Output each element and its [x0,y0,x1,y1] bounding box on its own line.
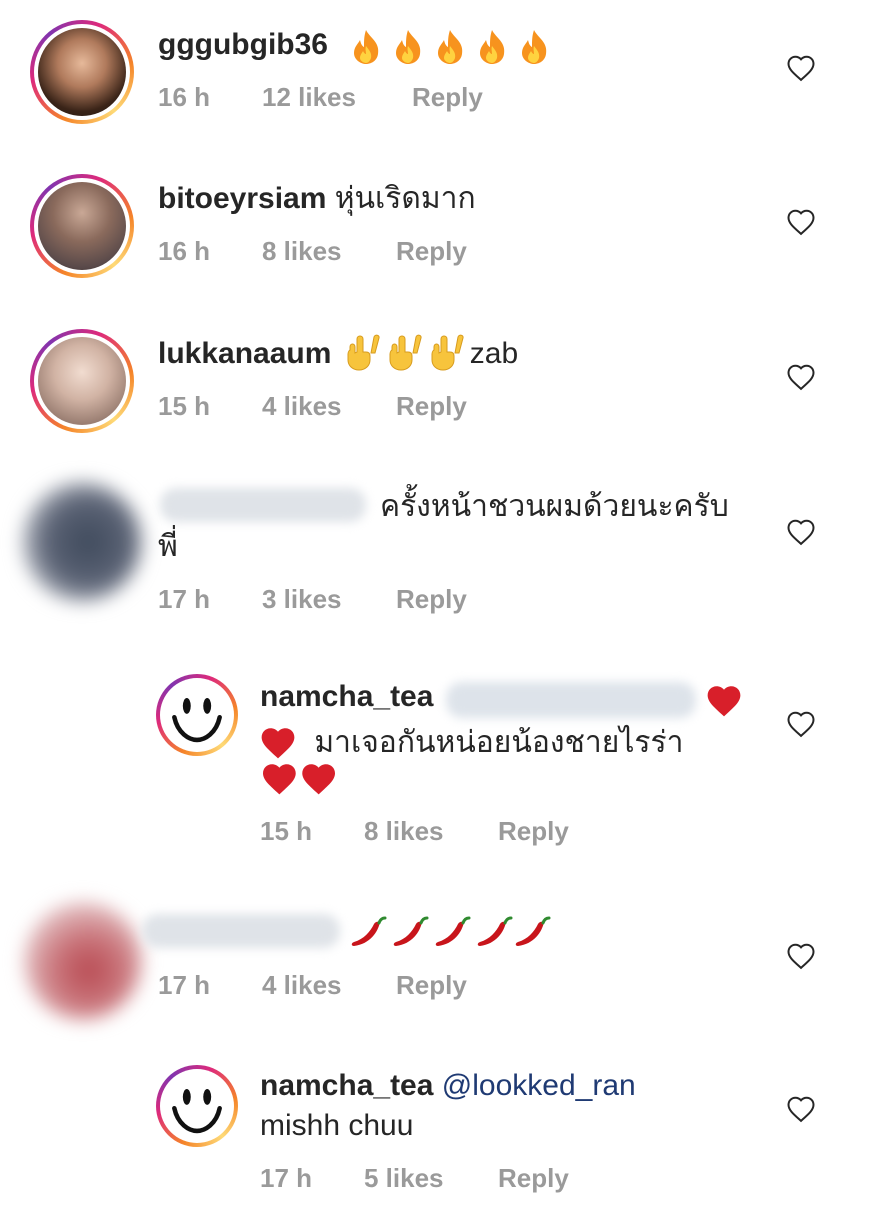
avatar[interactable] [156,1065,238,1147]
comment-username[interactable]: namcha_tea [260,680,433,713]
comment-username[interactable]: bitoeyrsiam [158,182,326,215]
reply-comment-item: namcha_tea @lookked_ran mishh chuu 17 h … [0,1045,869,1219]
comment-likes[interactable]: 4 likes [262,970,342,1001]
comment-item: 17 h 4 likes Reply [0,880,869,1045]
comment-likes[interactable]: 8 likes [364,816,444,847]
reply-button[interactable]: Reply [396,970,467,1001]
comment-username[interactable]: gggubgib36 [158,28,328,61]
heart-outline-icon[interactable] [786,1095,816,1123]
comment-time: 17 h [158,970,211,1000]
blurred-username [160,488,366,522]
reply-button[interactable]: Reply [396,391,467,422]
blurred-mention [446,682,696,718]
reply-button[interactable]: Reply [498,816,569,847]
comment-likes[interactable]: 8 likes [262,236,342,267]
comment-text: zab [469,337,519,370]
fire-icon [354,30,547,64]
comment-item: bitoeyrsiam หุ่นเริดมาก 16 h 8 likes Rep… [0,150,869,305]
heart-outline-icon[interactable] [786,208,816,236]
red-heart-icon [261,728,295,759]
comment-item: gggubgib36 16 h 12 likes Reply [0,0,869,150]
chili-pepper-icon [351,916,551,948]
heart-outline-icon[interactable] [786,363,816,391]
comment-time: 16 h [158,236,211,266]
avatar[interactable] [30,329,134,433]
comment-likes[interactable]: 12 likes [262,82,356,113]
comment-likes[interactable]: 3 likes [262,584,342,615]
comment-text: มาเจอกันหน่อยน้องชายไรร่า [314,726,684,759]
reply-comment-item: namcha_tea มาเจอกันหน่อยน้องชายไรร่า 15 … [0,650,869,880]
heart-outline-icon[interactable] [786,54,816,82]
heart-outline-icon[interactable] [786,942,816,970]
comment-username[interactable]: namcha_tea [260,1069,433,1102]
comment-time: 15 h [260,816,313,846]
reply-button[interactable]: Reply [396,584,467,615]
red-heart-icon [707,686,741,717]
heart-outline-icon[interactable] [786,710,816,738]
blurred-username [142,914,340,948]
comment-item: ครั้งหน้าชวนผมด้วยนะครับ พี่ 17 h 3 like… [0,460,869,650]
comment-text: ครั้งหน้าชวนผมด้วยนะครับ [380,490,729,523]
comment-username[interactable]: lukkanaaum [158,337,331,370]
red-heart-icon [263,764,335,795]
comment-time: 16 h [158,82,211,112]
comment-likes[interactable]: 4 likes [262,391,342,422]
reply-button[interactable]: Reply [498,1163,569,1194]
comment-text-continued: พี่ [158,530,178,563]
reply-button[interactable]: Reply [396,236,467,267]
smiley-face-icon [165,1074,229,1138]
comment-time: 17 h [158,584,211,614]
avatar[interactable] [24,902,142,1020]
avatar[interactable] [30,174,134,278]
comment-likes[interactable]: 5 likes [364,1163,444,1194]
rock-hand-icon [347,334,464,371]
smiley-face-icon [165,683,229,747]
avatar[interactable] [156,674,238,756]
mention-link[interactable]: @lookked_ran [442,1069,636,1102]
comment-text: mishh chuu [260,1109,414,1142]
avatar[interactable] [30,20,134,124]
avatar[interactable] [22,482,142,602]
reply-button[interactable]: Reply [412,82,483,113]
heart-outline-icon[interactable] [786,518,816,546]
comment-time: 15 h [158,391,211,421]
fire-emoji-row [348,28,548,78]
comment-text: หุ่นเริดมาก [334,182,476,215]
comment-item: lukkanaaum zab 15 h 4 likes Reply [0,305,869,460]
comment-time: 17 h [260,1163,313,1193]
